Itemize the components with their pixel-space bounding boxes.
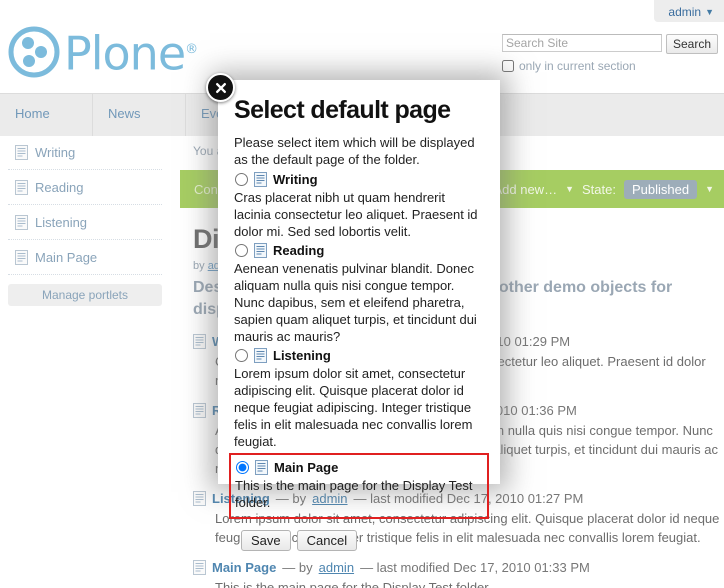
manage-portlets-link[interactable]: Manage portlets bbox=[8, 284, 162, 306]
option-description: Cras placerat nibh ut quam hendrerit lac… bbox=[234, 190, 478, 239]
close-icon[interactable] bbox=[206, 73, 235, 102]
dialog-lead: Please select item which will be display… bbox=[234, 135, 475, 167]
portlet-item-label: Writing bbox=[35, 144, 76, 160]
default-page-option-listening[interactable]: Listening bbox=[234, 348, 484, 363]
document-icon bbox=[193, 403, 206, 418]
chevron-down-icon: ▼ bbox=[705, 7, 714, 17]
byline-prefix: by bbox=[193, 260, 205, 272]
dialog-title: Select default page bbox=[234, 96, 451, 124]
option-description: Lorem ipsum dolor sit amet, consectetur … bbox=[234, 366, 473, 449]
document-icon bbox=[193, 560, 206, 575]
plone-logo-icon bbox=[8, 26, 60, 78]
site-logo-text: Plone® bbox=[64, 26, 198, 81]
selected-option-highlight: Main Page This is the main page for the … bbox=[229, 453, 489, 519]
option-label: Reading bbox=[273, 243, 325, 258]
left-portlet-column: Writing Reading Listening Main Page Mana… bbox=[0, 135, 170, 306]
list-item: Main Page — by admin — last modified Dec… bbox=[193, 560, 724, 588]
search-button[interactable]: Search bbox=[666, 34, 719, 54]
save-button[interactable]: Save bbox=[241, 530, 291, 551]
document-icon bbox=[15, 249, 28, 265]
option-description: This is the main page for the Display Te… bbox=[235, 478, 473, 510]
list-item-author[interactable]: admin bbox=[319, 560, 354, 575]
list-item-sep: — by bbox=[282, 560, 313, 575]
chevron-down-icon[interactable]: ▼ bbox=[705, 184, 714, 194]
default-page-option-main-page[interactable]: Main Page bbox=[235, 460, 483, 475]
radio-writing[interactable] bbox=[235, 173, 248, 186]
default-page-option-writing[interactable]: Writing bbox=[234, 172, 484, 187]
portlet-item-label: Listening bbox=[35, 214, 88, 230]
document-icon bbox=[255, 460, 268, 475]
document-icon bbox=[193, 334, 206, 349]
document-icon bbox=[15, 214, 28, 230]
state-label: State: bbox=[582, 181, 616, 197]
document-icon bbox=[254, 243, 267, 258]
search-input[interactable] bbox=[502, 34, 662, 52]
portlet-item-reading[interactable]: Reading bbox=[8, 170, 162, 205]
status-badge[interactable]: Published bbox=[623, 179, 698, 199]
search-box: Search only in current section bbox=[502, 34, 720, 73]
document-icon bbox=[193, 491, 206, 506]
search-scope-label: only in current section bbox=[519, 59, 636, 73]
portlet-item-label: Main Page bbox=[35, 249, 98, 265]
list-item-title[interactable]: Main Page bbox=[212, 560, 276, 575]
default-page-option-reading[interactable]: Reading bbox=[234, 243, 484, 258]
document-icon bbox=[254, 348, 267, 363]
add-new-menu[interactable]: Add new… bbox=[493, 182, 557, 197]
nav-tab-home[interactable]: Home bbox=[0, 94, 93, 136]
search-scope-checkbox[interactable] bbox=[502, 60, 514, 72]
document-icon bbox=[15, 179, 28, 195]
option-label: Listening bbox=[273, 348, 331, 363]
document-icon bbox=[254, 172, 267, 187]
chevron-down-icon[interactable]: ▼ bbox=[565, 184, 574, 194]
dialog-actions: Save Cancel bbox=[234, 530, 484, 551]
portlet-item-main-page[interactable]: Main Page bbox=[8, 240, 162, 275]
select-default-page-dialog: Select default page Please select item w… bbox=[218, 80, 500, 551]
option-label: Writing bbox=[273, 172, 318, 187]
document-icon bbox=[15, 144, 28, 160]
radio-listening[interactable] bbox=[235, 349, 248, 362]
list-item-body: This is the main page for the Display Te… bbox=[215, 580, 492, 588]
personal-bar[interactable]: admin ▼ bbox=[654, 0, 724, 22]
radio-reading[interactable] bbox=[235, 244, 248, 257]
list-item-meta: — last modified Dec 17, 2010 01:33 PM bbox=[360, 560, 590, 575]
cancel-button[interactable]: Cancel bbox=[296, 530, 358, 551]
nav-tab-news[interactable]: News bbox=[93, 94, 186, 136]
search-scope-option[interactable]: only in current section bbox=[502, 59, 720, 73]
close-x-glyph bbox=[215, 82, 226, 93]
personal-bar-username[interactable]: admin bbox=[668, 5, 701, 19]
registered-mark: ® bbox=[185, 42, 198, 58]
option-label: Main Page bbox=[274, 460, 339, 475]
radio-main-page[interactable] bbox=[236, 461, 249, 474]
page-root: admin ▼ Plone® Search only in current se… bbox=[0, 0, 724, 588]
portlet-item-listening[interactable]: Listening bbox=[8, 205, 162, 240]
portlet-item-writing[interactable]: Writing bbox=[8, 135, 162, 170]
portlet-item-label: Reading bbox=[35, 179, 84, 195]
site-logo[interactable]: Plone® bbox=[8, 26, 198, 81]
option-description: Aenean venenatis pulvinar blandit. Donec… bbox=[234, 261, 477, 344]
